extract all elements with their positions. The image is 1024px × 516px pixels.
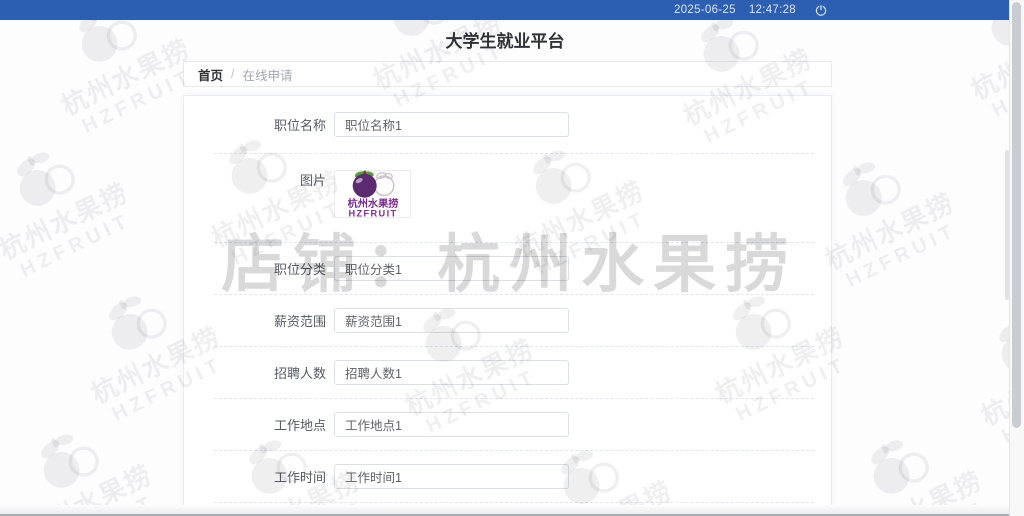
watermark-tile: 杭州水果捞HZFRUIT <box>0 396 186 516</box>
position-image[interactable]: 杭州水果捞 HZFRUIT <box>334 170 411 218</box>
form-row-recruit-count: 招聘人数 <box>214 347 814 399</box>
topbar: 2025-06-25 12:47:28 <box>0 0 1024 20</box>
form-row-position-category: 职位分类 <box>214 243 814 295</box>
time-text: 12:47:28 <box>748 4 796 16</box>
power-icon[interactable] <box>814 3 828 17</box>
salary-range-label: 薪资范围 <box>273 314 326 329</box>
form-row-image: 图片 杭州水果捞 HZFRUIT <box>214 154 814 243</box>
form-row-work-time: 工作时间 <box>214 451 814 503</box>
shop-logo: 杭州水果捞 HZFRUIT <box>347 170 398 218</box>
work-location-input[interactable] <box>334 412 569 437</box>
position-category-input[interactable] <box>334 256 569 281</box>
form-row-position-name: 职位名称 <box>214 96 814 154</box>
datetime-display: 2025-06-25 12:47:28 <box>674 4 796 16</box>
form-row-work-location: 工作地点 <box>214 399 814 451</box>
work-time-label: 工作时间 <box>273 470 326 485</box>
position-name-label: 职位名称 <box>273 118 326 133</box>
image-label: 图片 <box>299 173 326 188</box>
date-text: 2025-06-25 <box>674 4 736 16</box>
breadcrumb: 首页 / 在线申请 <box>183 61 832 87</box>
recruit-count-input[interactable] <box>334 360 569 385</box>
watermark-tile: 杭州水果捞HZFRUIT <box>804 402 1016 516</box>
vertical-scrollbar[interactable] <box>1009 0 1024 516</box>
application-form-card: 职位名称 图片 杭州水果捞 HZFRU <box>183 95 832 508</box>
position-category-label: 职位分类 <box>273 262 326 277</box>
work-location-label: 工作地点 <box>273 418 326 433</box>
watermark-tile: 杭州水果捞HZFRUIT <box>0 114 162 296</box>
recruit-count-label: 招聘人数 <box>273 366 326 381</box>
position-name-input[interactable] <box>334 112 569 137</box>
vertical-scrollbar-thumb[interactable] <box>1012 2 1021 428</box>
breadcrumb-separator: / <box>231 67 235 81</box>
breadcrumb-home-link[interactable]: 首页 <box>198 65 223 84</box>
salary-range-input[interactable] <box>334 308 569 333</box>
app-window: 2025-06-25 12:47:28 大学生就业平台 首页 / 在线申请 职位名… <box>0 0 1024 516</box>
work-time-input[interactable] <box>334 464 569 489</box>
page-title: 大学生就业平台 <box>445 32 565 51</box>
breadcrumb-current: 在线申请 <box>242 68 293 83</box>
svg-text:HZFRUIT: HZFRUIT <box>348 209 397 218</box>
form-row-salary-range: 薪资范围 <box>214 295 814 347</box>
horizontal-scrollbar[interactable] <box>0 505 1010 516</box>
